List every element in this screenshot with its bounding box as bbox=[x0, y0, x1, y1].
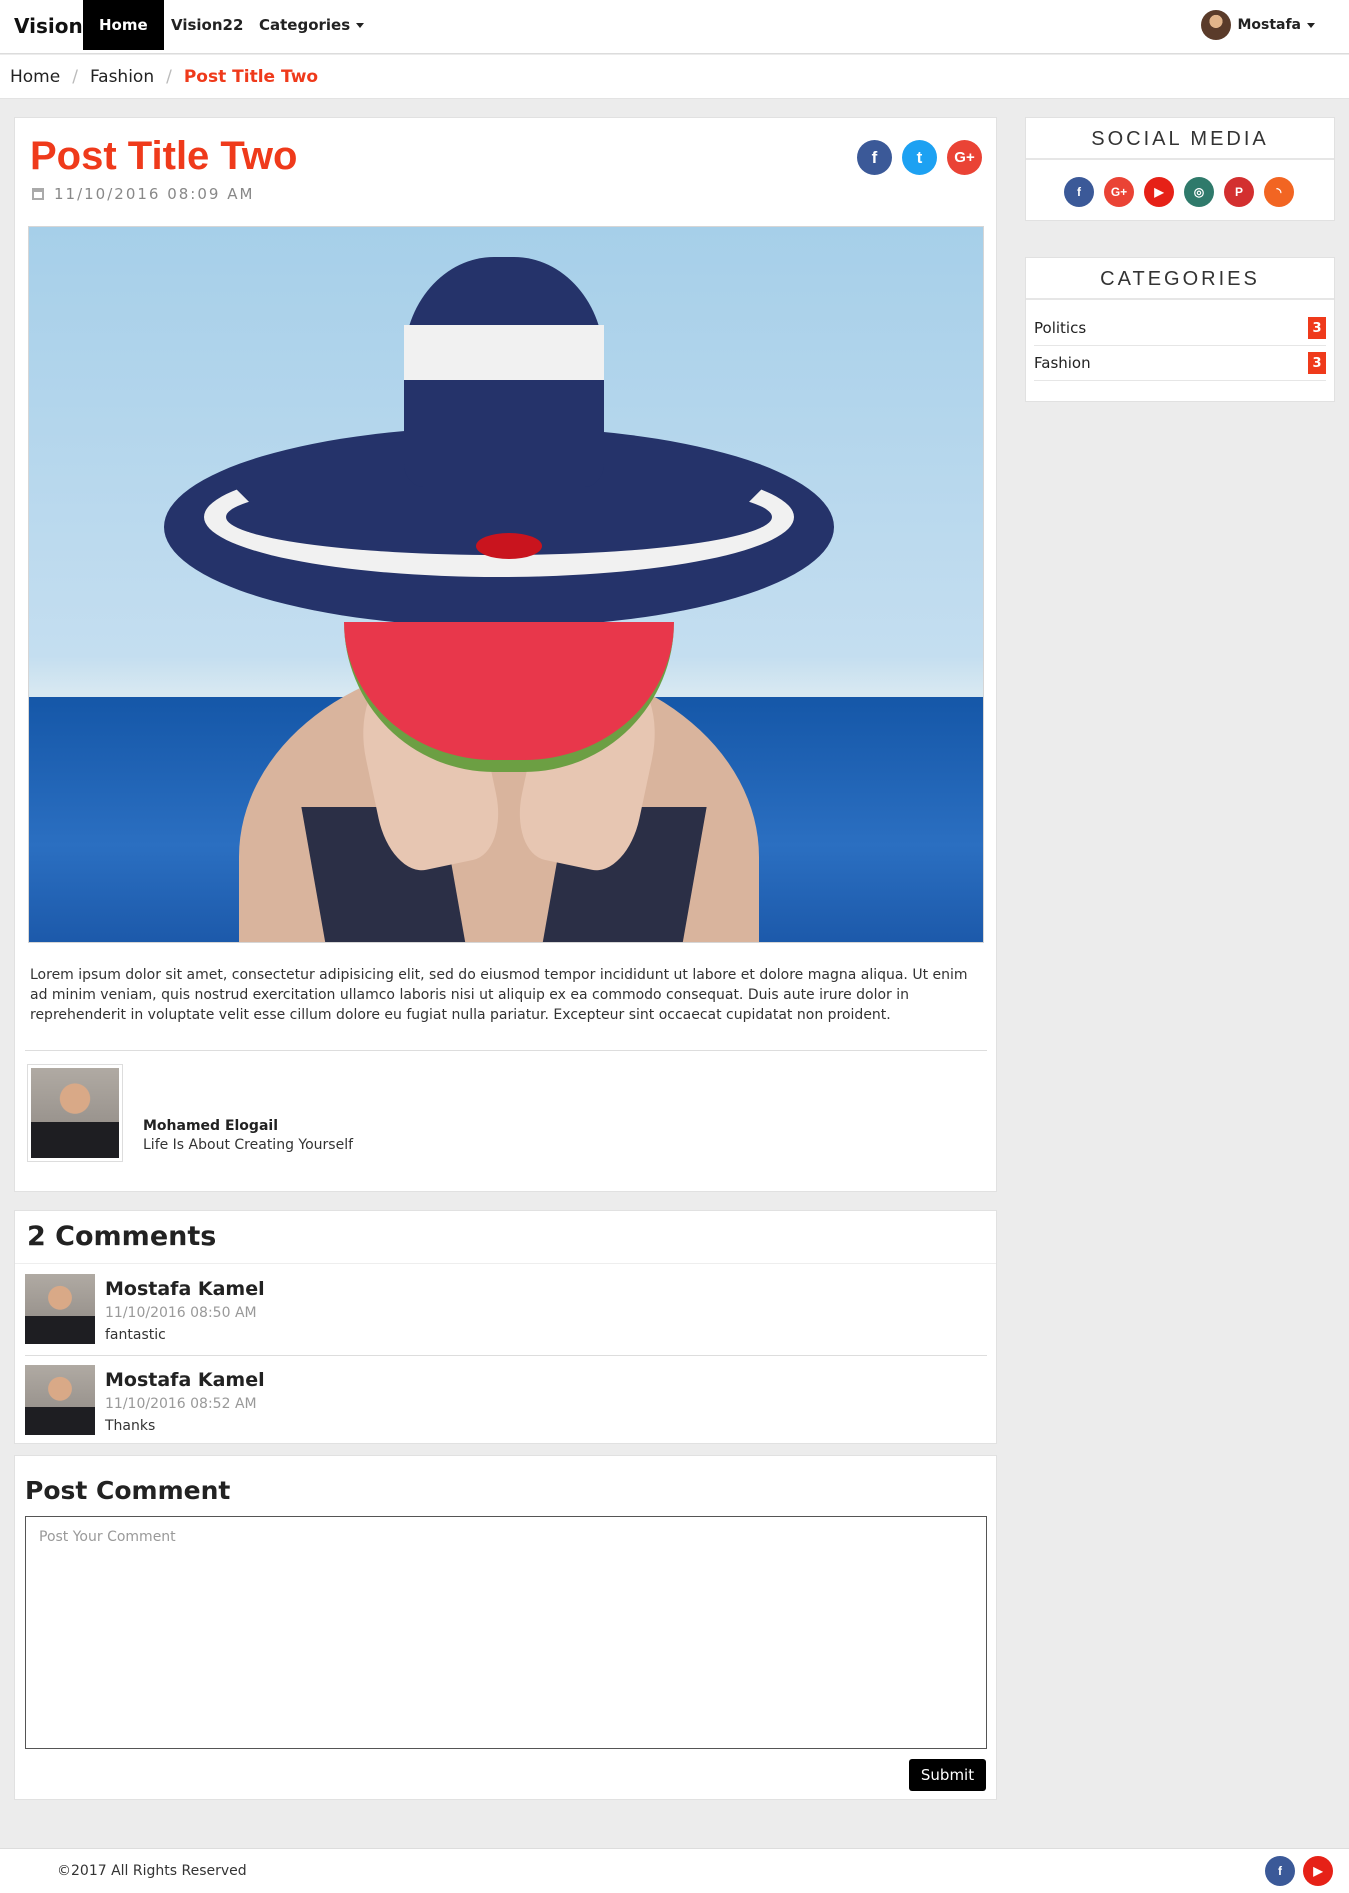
category-label: Politics bbox=[1034, 319, 1087, 337]
post-image bbox=[28, 226, 984, 943]
social-media-title: SOCIAL MEDIA bbox=[1026, 118, 1334, 160]
submit-button[interactable]: Submit bbox=[909, 1759, 986, 1791]
comments-heading: 2 Comments bbox=[27, 1221, 217, 1252]
footer-social: f ▶ bbox=[1265, 1856, 1333, 1886]
post-panel: Post Title Two 11/10/2016 08:09 AM f t G… bbox=[14, 117, 997, 1192]
comment-text: fantastic bbox=[105, 1327, 166, 1343]
divider bbox=[25, 1050, 987, 1051]
categories-title: CATEGORIES bbox=[1026, 258, 1334, 300]
brand-logo[interactable]: Vision bbox=[14, 14, 83, 38]
avatar bbox=[25, 1365, 95, 1435]
category-item-fashion[interactable]: Fashion 3 bbox=[1034, 346, 1326, 381]
breadcrumb-separator: / bbox=[72, 66, 78, 87]
facebook-icon[interactable]: f bbox=[857, 140, 892, 175]
comment-author: Mostafa Kamel bbox=[105, 1278, 265, 1300]
comment-item: Mostafa Kamel 11/10/2016 08:52 AM Thanks bbox=[25, 1365, 985, 1445]
categories-widget: CATEGORIES Politics 3 Fashion 3 bbox=[1025, 257, 1335, 402]
chevron-down-icon bbox=[356, 23, 365, 28]
comments-panel: 2 Comments Mostafa Kamel 11/10/2016 08:5… bbox=[14, 1210, 997, 1444]
comment-textarea[interactable] bbox=[25, 1516, 987, 1749]
nav-categories-dropdown[interactable]: Categories bbox=[243, 0, 380, 50]
youtube-icon[interactable]: ▶ bbox=[1303, 1856, 1333, 1886]
top-navbar: Vision Home Vision22 Categories Mostafa bbox=[0, 0, 1349, 54]
user-name: Mostafa bbox=[1237, 17, 1301, 33]
facebook-icon[interactable]: f bbox=[1064, 177, 1094, 207]
footer: ©2017 All Rights Reserved f ▶ bbox=[0, 1848, 1349, 1893]
author-bio: Life Is About Creating Yourself bbox=[143, 1137, 354, 1153]
calendar-icon bbox=[32, 188, 44, 200]
post-date-text: 11/10/2016 08:09 AM bbox=[54, 185, 255, 203]
author-box bbox=[27, 1064, 123, 1162]
count-badge: 3 bbox=[1308, 317, 1326, 339]
share-buttons: f t G+ bbox=[857, 140, 982, 175]
comment-time: 11/10/2016 08:50 AM bbox=[105, 1305, 257, 1321]
comment-author: Mostafa Kamel bbox=[105, 1369, 265, 1391]
google-plus-icon[interactable]: G+ bbox=[1104, 177, 1134, 207]
categories-list: Politics 3 Fashion 3 bbox=[1034, 311, 1326, 381]
user-menu[interactable]: Mostafa bbox=[1201, 10, 1315, 40]
image-hat-band bbox=[404, 325, 604, 380]
image-lips bbox=[476, 533, 542, 559]
breadcrumb: Home / Fashion / Post Title Two bbox=[0, 55, 1349, 99]
post-comment-heading: Post Comment bbox=[25, 1476, 231, 1505]
category-label: Fashion bbox=[1034, 354, 1091, 372]
post-date: 11/10/2016 08:09 AM bbox=[32, 185, 254, 203]
nav-home[interactable]: Home bbox=[83, 0, 164, 50]
post-title: Post Title Two bbox=[30, 134, 298, 178]
rss-icon[interactable]: ◝ bbox=[1264, 177, 1294, 207]
facebook-icon[interactable]: f bbox=[1265, 1856, 1295, 1886]
author-avatar bbox=[27, 1064, 123, 1162]
breadcrumb-home[interactable]: Home bbox=[10, 67, 60, 87]
instagram-icon[interactable]: ◎ bbox=[1184, 177, 1214, 207]
divider bbox=[25, 1355, 987, 1356]
social-media-widget: SOCIAL MEDIA f G+ ▶ ◎ P ◝ bbox=[1025, 117, 1335, 221]
count-badge: 3 bbox=[1308, 352, 1326, 374]
comment-text: Thanks bbox=[105, 1418, 156, 1434]
breadcrumb-separator: / bbox=[166, 66, 172, 87]
post-body: Lorem ipsum dolor sit amet, consectetur … bbox=[30, 967, 968, 1023]
nav-categories-label: Categories bbox=[259, 16, 351, 34]
pinterest-icon[interactable]: P bbox=[1224, 177, 1254, 207]
post-comment-panel: Post Comment Submit bbox=[14, 1455, 997, 1800]
copyright-text: ©2017 All Rights Reserved bbox=[57, 1863, 247, 1879]
comment-item: Mostafa Kamel 11/10/2016 08:50 AM fantas… bbox=[25, 1274, 985, 1354]
author-name: Mohamed Elogail bbox=[143, 1118, 278, 1134]
social-icon-row: f G+ ▶ ◎ P ◝ bbox=[1064, 177, 1294, 207]
twitter-icon[interactable]: t bbox=[902, 140, 937, 175]
avatar bbox=[1201, 10, 1232, 40]
chevron-down-icon bbox=[1307, 22, 1315, 28]
youtube-icon[interactable]: ▶ bbox=[1144, 177, 1174, 207]
category-item-politics[interactable]: Politics 3 bbox=[1034, 311, 1326, 346]
comment-time: 11/10/2016 08:52 AM bbox=[105, 1396, 257, 1412]
avatar bbox=[25, 1274, 95, 1344]
divider bbox=[15, 1263, 996, 1264]
google-plus-icon[interactable]: G+ bbox=[947, 140, 982, 175]
breadcrumb-fashion[interactable]: Fashion bbox=[90, 67, 154, 87]
breadcrumb-current: Post Title Two bbox=[183, 66, 319, 87]
